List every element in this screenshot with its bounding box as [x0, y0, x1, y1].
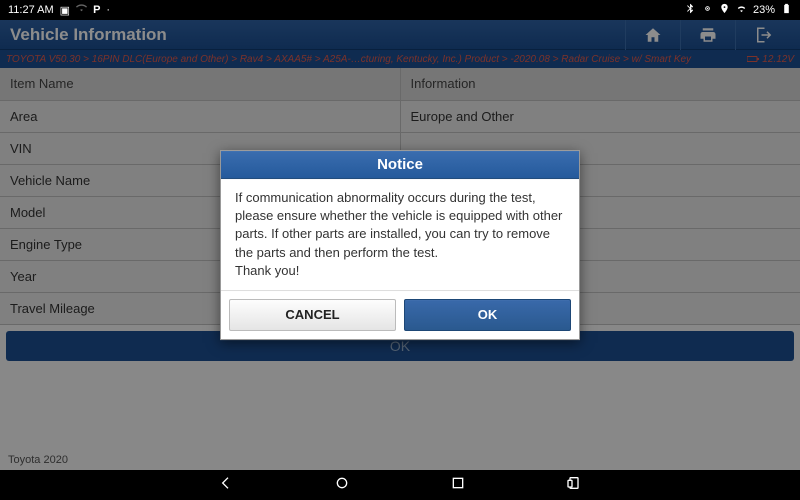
- cancel-button[interactable]: CANCEL: [229, 299, 396, 331]
- battery-icon: [781, 3, 792, 17]
- home-nav-button[interactable]: [334, 475, 350, 496]
- android-nav-bar: [0, 470, 800, 500]
- dot-icon: ·: [106, 4, 110, 16]
- recents-button[interactable]: [450, 475, 466, 496]
- battery-percent: 23%: [753, 4, 775, 16]
- notice-dialog: Notice If communication abnormality occu…: [220, 150, 580, 340]
- location-pin-icon: [719, 3, 730, 17]
- ok-button[interactable]: OK: [404, 299, 571, 331]
- wifi-icon: [736, 3, 747, 17]
- bluetooth-icon: [685, 3, 696, 17]
- dialog-title: Notice: [221, 151, 579, 179]
- wifi-weak-icon: [76, 3, 87, 17]
- screenshot-button[interactable]: [566, 475, 582, 496]
- dialog-buttons: CANCEL OK: [221, 290, 579, 339]
- status-time: 11:27 AM: [8, 4, 54, 16]
- app-content: Vehicle Information TOYOTA V50.30 > 16PI…: [0, 20, 800, 470]
- letter-p-icon: P: [93, 4, 100, 16]
- location-target-icon: [702, 3, 713, 17]
- android-status-bar: 11:27 AM ▣ P · 23%: [0, 0, 800, 20]
- notif-icon: ▣: [60, 4, 70, 17]
- dialog-body: If communication abnormality occurs duri…: [221, 179, 579, 290]
- back-button[interactable]: [218, 475, 234, 496]
